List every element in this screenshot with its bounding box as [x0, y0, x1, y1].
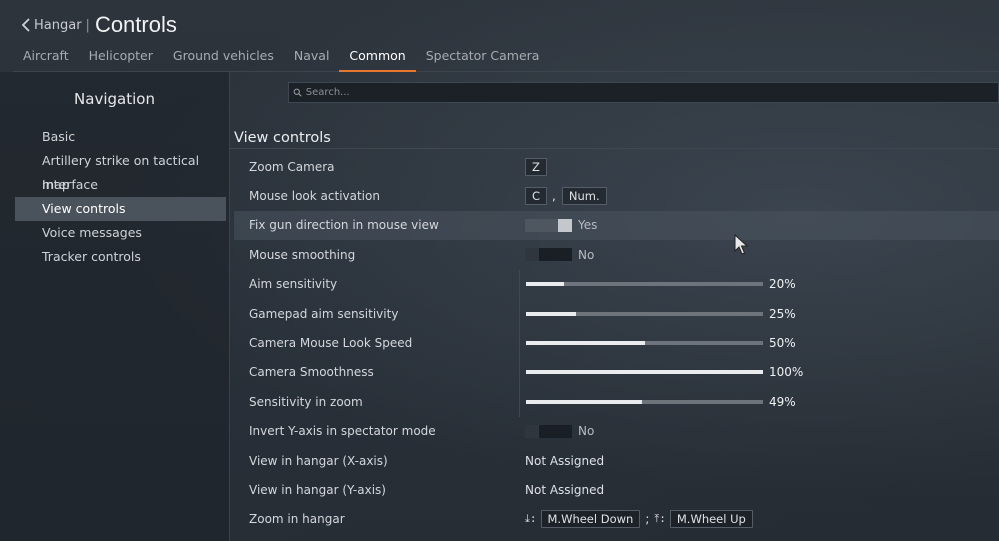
toggle-state: Yes [578, 218, 598, 233]
setting-label: Sensitivity in zoom [249, 394, 363, 409]
page-title: Controls [94, 12, 177, 37]
binding-value[interactable]: Not Assigned [525, 454, 604, 468]
setting-label: Mouse look activation [249, 189, 380, 204]
slider-fill [526, 311, 576, 316]
settings-list: Zoom Camera Z Mouse look activation C , … [234, 152, 999, 534]
keybind-num[interactable]: Num. [561, 187, 607, 206]
tab-naval[interactable]: Naval [284, 44, 340, 71]
back-label: Hangar [34, 17, 82, 33]
tab-helicopter[interactable]: Helicopter [79, 44, 163, 71]
setting-label: View in hangar (Y-axis) [249, 482, 386, 497]
setting-row-fix-gun[interactable]: Fix gun direction in mouse view Yes [234, 210, 999, 241]
setting-row-hangar-x[interactable]: View in hangar (X-axis) Not Assigned [234, 446, 999, 475]
toggle-knob [525, 248, 539, 262]
setting-label: Camera Smoothness [249, 365, 374, 380]
setting-row-invert-y[interactable]: Invert Y-axis in spectator mode No [234, 417, 999, 446]
slider-fill [526, 282, 564, 287]
axis-up-icon: ⤒: [654, 512, 666, 526]
search-input[interactable] [303, 87, 998, 98]
setting-row-hangar-y[interactable]: View in hangar (Y-axis) Not Assigned [234, 475, 999, 504]
key-separator: ; [645, 512, 650, 527]
aim-sensitivity-slider[interactable] [526, 282, 763, 287]
slider-value: 100% [769, 365, 804, 380]
camera-mouse-look-speed-slider[interactable] [526, 341, 763, 346]
fix-gun-toggle[interactable] [525, 218, 572, 232]
setting-label: Mouse smoothing [249, 247, 356, 262]
setting-label: View in hangar (X-axis) [249, 453, 388, 468]
tab-common[interactable]: Common [339, 44, 417, 72]
keybind-c[interactable]: C [525, 187, 548, 206]
setting-label: Fix gun direction in mouse view [249, 218, 439, 233]
back-button[interactable]: Hangar [18, 14, 82, 36]
setting-row-camera-smoothness[interactable]: Camera Smoothness 100% [234, 357, 999, 388]
search-bar [288, 82, 999, 103]
sidebar-title: Navigation [74, 90, 155, 108]
setting-label: Camera Mouse Look Speed [249, 336, 413, 351]
invert-y-toggle[interactable] [525, 424, 572, 438]
slider-value: 20% [769, 277, 796, 292]
slider-value: 50% [769, 336, 796, 351]
toggle-knob [558, 218, 572, 232]
toggle-state: No [578, 424, 595, 439]
sensitivity-in-zoom-slider[interactable] [526, 399, 763, 404]
setting-row-gamepad-aim-sensitivity[interactable]: Gamepad aim sensitivity 25% [234, 298, 999, 329]
setting-row-camera-mouse-look-speed[interactable]: Camera Mouse Look Speed 50% [234, 328, 999, 358]
gamepad-aim-sensitivity-slider[interactable] [526, 311, 763, 316]
sidebar-item-basic[interactable]: Basic [15, 125, 226, 149]
mouse-smoothing-toggle[interactable] [525, 248, 572, 262]
keybind-mwheel-up[interactable]: M.Wheel Up [669, 510, 753, 529]
search-icon [292, 87, 304, 99]
tab-bar: Aircraft Helicopter Ground vehicles Nava… [13, 44, 999, 72]
setting-row-zoom-camera[interactable]: Zoom Camera Z [234, 152, 999, 181]
slider-value: 49% [769, 394, 796, 409]
sidebar-item-view-controls[interactable]: View controls [15, 197, 226, 221]
chevron-left-icon [18, 14, 34, 36]
sidebar: Navigation Basic Artillery strike on tac… [0, 72, 230, 541]
header-separator: | [85, 17, 90, 33]
setting-row-sensitivity-in-zoom[interactable]: Sensitivity in zoom 49% [234, 387, 999, 417]
mouse-pointer-icon [734, 233, 750, 256]
toggle-state: No [578, 247, 595, 262]
setting-row-aim-sensitivity[interactable]: Aim sensitivity 20% [234, 269, 999, 299]
tab-ground-vehicles[interactable]: Ground vehicles [163, 44, 284, 71]
axis-down-icon: ⤓: [525, 512, 537, 526]
camera-smoothness-slider[interactable] [526, 370, 763, 375]
slider-fill [526, 341, 645, 346]
binding-value[interactable]: Not Assigned [525, 483, 604, 497]
tab-spectator-camera[interactable]: Spectator Camera [416, 44, 550, 71]
sidebar-item-voice-messages[interactable]: Voice messages [15, 221, 226, 245]
section-title: View controls [234, 130, 331, 146]
keybind-z[interactable]: Z [525, 157, 547, 176]
sidebar-item-interface[interactable]: Interface [15, 173, 226, 197]
setting-row-mouse-look[interactable]: Mouse look activation C , Num. [234, 181, 999, 210]
key-separator: , [552, 189, 556, 204]
setting-label: Zoom Camera [249, 159, 335, 174]
setting-label: Zoom in hangar [249, 512, 345, 527]
section-divider [230, 148, 999, 149]
setting-label: Gamepad aim sensitivity [249, 306, 399, 321]
header: Hangar | Controls [18, 10, 177, 40]
sidebar-item-artillery-strike[interactable]: Artillery strike on tactical map [15, 149, 226, 192]
setting-row-mouse-smoothing[interactable]: Mouse smoothing No [234, 240, 999, 269]
tab-aircraft[interactable]: Aircraft [13, 44, 79, 71]
keybind-mwheel-down[interactable]: M.Wheel Down [540, 510, 641, 529]
slider-value: 25% [769, 306, 796, 321]
setting-row-zoom-in-hangar[interactable]: Zoom in hangar ⤓: M.Wheel Down ; ⤒: M.Wh… [234, 505, 999, 534]
setting-label: Invert Y-axis in spectator mode [249, 424, 436, 439]
slider-fill [526, 399, 643, 404]
sidebar-item-tracker-controls[interactable]: Tracker controls [15, 245, 226, 269]
slider-fill [526, 370, 763, 375]
toggle-knob [525, 424, 539, 438]
setting-label: Aim sensitivity [249, 277, 338, 292]
